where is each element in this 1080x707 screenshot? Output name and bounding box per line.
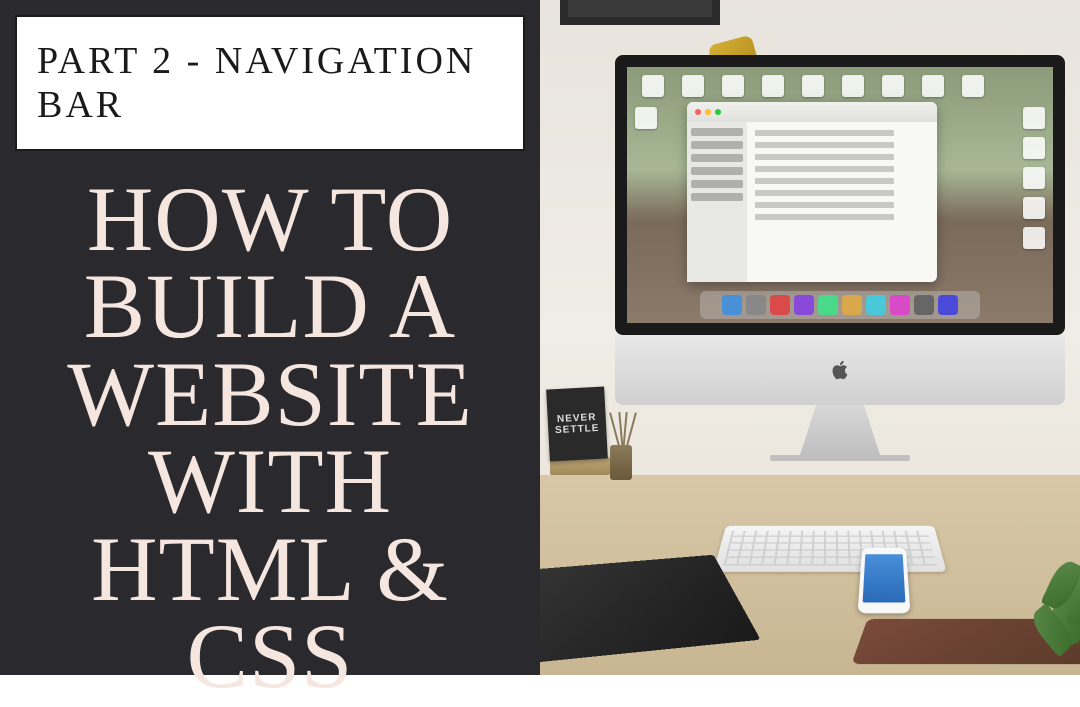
dock-icon bbox=[914, 295, 934, 315]
photo-panel: NEVER SETTLE bbox=[540, 0, 1080, 675]
maximize-icon bbox=[715, 109, 721, 115]
desktop-icon bbox=[802, 75, 824, 97]
never-settle-poster: NEVER SETTLE bbox=[546, 387, 608, 462]
subtitle-box: PART 2 - NAVIGATION BAR bbox=[15, 15, 525, 151]
dock-icon bbox=[890, 295, 910, 315]
dock-icon bbox=[842, 295, 862, 315]
desktop-icon bbox=[922, 75, 944, 97]
desktop-icon bbox=[1023, 197, 1045, 219]
apple-logo-icon bbox=[829, 357, 851, 383]
poster-line2: SETTLE bbox=[555, 423, 600, 436]
dock-icon bbox=[722, 295, 742, 315]
finder-window bbox=[687, 102, 937, 282]
desktop-icon bbox=[635, 107, 657, 129]
finder-sidebar bbox=[687, 122, 747, 282]
dock-icon bbox=[770, 295, 790, 315]
finder-titlebar bbox=[687, 102, 937, 122]
dock-icon bbox=[794, 295, 814, 315]
desktop-icon bbox=[1023, 167, 1045, 189]
imac-stand bbox=[800, 405, 880, 455]
imac-base bbox=[770, 455, 910, 461]
imac-screen-bezel bbox=[615, 55, 1065, 335]
dock-icon bbox=[866, 295, 886, 315]
plant bbox=[1030, 545, 1080, 665]
desktop-icon bbox=[1023, 137, 1045, 159]
imac-chin bbox=[615, 335, 1065, 405]
desktop-icon bbox=[1023, 227, 1045, 249]
dock-icon bbox=[938, 295, 958, 315]
desktop-icon bbox=[962, 75, 984, 97]
iphone bbox=[858, 548, 911, 614]
close-icon bbox=[695, 109, 701, 115]
wall-frame bbox=[560, 0, 720, 25]
desktop-icon bbox=[762, 75, 784, 97]
dock-icon bbox=[818, 295, 838, 315]
desktop-icon bbox=[722, 75, 744, 97]
desktop-icon bbox=[882, 75, 904, 97]
desktop-icon bbox=[842, 75, 864, 97]
keyboard bbox=[713, 526, 946, 572]
desktop-icon bbox=[682, 75, 704, 97]
desktop-icon bbox=[1023, 107, 1045, 129]
macos-dock bbox=[700, 291, 980, 319]
minimize-icon bbox=[705, 109, 711, 115]
imac-computer bbox=[615, 55, 1065, 455]
imac-display bbox=[627, 67, 1053, 323]
subtitle-text: PART 2 - NAVIGATION BAR bbox=[37, 39, 503, 127]
text-panel: PART 2 - NAVIGATION BAR HOW TO BUILD A W… bbox=[0, 0, 540, 675]
finder-content bbox=[747, 122, 937, 282]
dock-icon bbox=[746, 295, 766, 315]
desktop-icon bbox=[642, 75, 664, 97]
main-title: HOW TO BUILD A WEBSITE WITH HTML & CSS bbox=[15, 176, 525, 700]
phone-screen bbox=[863, 554, 906, 602]
